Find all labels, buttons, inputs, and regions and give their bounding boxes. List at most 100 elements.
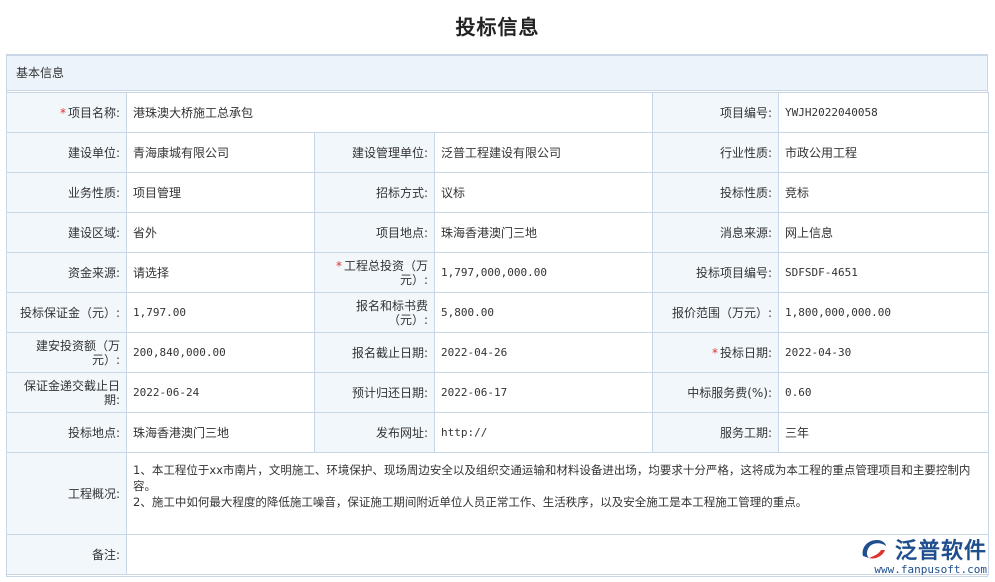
overview-label: 工程概况: (6, 452, 127, 535)
overview-line-1: 1、本工程位于xx市南片，文明施工、环境保护、现场周边安全以及组织交通运输和材料… (133, 463, 971, 493)
field-value[interactable]: 三年 (778, 412, 990, 453)
field-label-text: 建安投资额（万元）: (35, 338, 120, 367)
field-label-text: 投标项目编号: (695, 265, 773, 280)
field-label: * 项目名称: (6, 92, 127, 133)
field-label: 服务工期: (652, 412, 780, 453)
field-value[interactable]: 2022-06-17 (433, 372, 654, 413)
field-value[interactable]: 网上信息 (778, 212, 990, 253)
brand-name: 泛普软件 (894, 539, 987, 564)
form-row: 保证金递交截止日期: 2022-06-24 预计归还日期: 2022-06-17 中标服… (6, 372, 990, 413)
field-label-text: 服务工期: (719, 425, 773, 440)
field-value[interactable]: 珠海香港澳门三地 (126, 412, 315, 453)
overview-text[interactable]: 1、本工程位于xx市南片，文明施工、环境保护、现场周边安全以及组织交通运输和材料… (125, 452, 990, 535)
remark-row: 备注: (6, 534, 990, 575)
field-label: 建设管理单位: (314, 132, 435, 173)
field-value[interactable]: 泛普工程建设有限公司 (433, 132, 654, 173)
field-label-text: 保证金递交截止日期: (23, 378, 120, 407)
field-value[interactable]: 港珠澳大桥施工总承包 (125, 92, 654, 133)
field-label: 投标性质: (652, 172, 780, 213)
field-label-text: 中标服务费(%): (687, 385, 773, 400)
brand-watermark: 泛普软件 www.fanpusoft.com (859, 533, 987, 576)
field-label-text: 行业性质: (719, 145, 773, 160)
field-value[interactable]: SDFSDF-4651 (778, 252, 990, 293)
field-label: 建安投资额（万元）: (6, 332, 127, 373)
field-label: 招标方式: (314, 172, 435, 213)
field-label: 资金来源: (6, 252, 127, 293)
field-label-text: 投标保证金（元）: (19, 305, 120, 320)
required-marker: * (335, 258, 342, 273)
field-label: 业务性质: (6, 172, 127, 213)
section-header: 基本信息 (6, 55, 988, 91)
field-value[interactable]: 0.60 (778, 372, 990, 413)
field-label: 投标地点: (6, 412, 127, 453)
form-row: 业务性质: 项目管理 招标方式: 议标 投标性质: 竞标 (6, 172, 990, 213)
field-label: 投标项目编号: (652, 252, 780, 293)
field-value[interactable]: 2022-04-26 (433, 332, 654, 373)
field-label: 建设单位: (6, 132, 127, 173)
field-label: 消息来源: (652, 212, 780, 253)
overview-row: 工程概况: 1、本工程位于xx市南片，文明施工、环境保护、现场周边安全以及组织交通… (6, 452, 990, 535)
field-value[interactable]: 市政公用工程 (778, 132, 990, 173)
page-title: 投标信息 (455, 15, 540, 39)
field-label-text: 项目名称: (67, 105, 120, 120)
field-value[interactable]: 200,840,000.00 (126, 332, 315, 373)
field-label-text: 预计归还日期: (351, 385, 428, 400)
field-label-text: 资金来源: (67, 265, 120, 280)
field-value[interactable]: 5,800.00 (433, 292, 654, 333)
field-label: * 投标日期: (652, 332, 780, 373)
field-value[interactable]: 1,797,000,000.00 (433, 252, 654, 293)
field-value[interactable]: YWJH2022040058 (778, 92, 990, 133)
field-value[interactable]: 议标 (433, 172, 654, 213)
form-row: * 项目名称: 港珠澳大桥施工总承包 项目编号: YWJH2022040058 (6, 92, 990, 133)
field-label: 建设区域: (6, 212, 127, 253)
form-row: 投标保证金（元）: 1,797.00 报名和标书费（元）: 5,800.00 报价范围（… (6, 292, 990, 333)
field-label: 项目编号: (652, 92, 780, 133)
field-label-text: 投标地点: (67, 425, 120, 440)
field-label: 中标服务费(%): (652, 372, 780, 413)
field-label: 报名截止日期: (314, 332, 435, 373)
field-label-text: 建设区域: (67, 225, 120, 240)
field-label-text: 项目地点: (375, 225, 428, 240)
field-label: 投标保证金（元）: (6, 292, 127, 333)
remark-label: 备注: (6, 534, 127, 575)
form-row: 建设区域: 省外 项目地点: 珠海香港澳门三地 消息来源: 网上信息 (6, 212, 990, 253)
field-value[interactable]: 1,797.00 (126, 292, 315, 333)
field-value[interactable]: 青海康城有限公司 (126, 132, 315, 173)
overview-line-2: 2、施工中如何最大程度的降低施工噪音，保证施工期间附近单位人员正常工作、生活秩序… (133, 495, 808, 509)
form-row: 建设单位: 青海康城有限公司 建设管理单位: 泛普工程建设有限公司 行业性质: 市政公用工… (6, 132, 990, 173)
field-label-text: 业务性质: (67, 185, 120, 200)
field-value[interactable]: 省外 (126, 212, 315, 253)
field-label-text: 报价范围（万元）: (671, 305, 773, 320)
field-label: 预计归还日期: (314, 372, 435, 413)
field-label-text: 投标性质: (719, 185, 773, 200)
form-row: 建安投资额（万元）: 200,840,000.00 报名截止日期: 2022-04-2… (6, 332, 990, 373)
field-value[interactable]: 2022-04-30 (778, 332, 990, 373)
field-value[interactable]: 珠海香港澳门三地 (433, 212, 654, 253)
field-label-text: 工程总投资（万元）: (343, 258, 428, 287)
field-label-text: 项目编号: (719, 105, 773, 120)
brand-url: www.fanpusoft.com (874, 563, 987, 576)
brand-logo-icon (862, 540, 886, 559)
field-value[interactable]: 2022-06-24 (126, 372, 315, 413)
field-label-text: 报名和标书费（元）: (355, 298, 428, 327)
field-label-text: 招标方式: (375, 185, 428, 200)
field-label-text: 投标日期: (719, 345, 773, 360)
field-value[interactable]: 竞标 (778, 172, 990, 213)
field-label-text: 建设单位: (67, 145, 120, 160)
field-label: 项目地点: (314, 212, 435, 253)
field-value[interactable]: http:// (433, 412, 654, 453)
field-label-text: 消息来源: (719, 225, 773, 240)
field-label-text: 发布网址: (375, 425, 428, 440)
field-label: 报名和标书费（元）: (314, 292, 435, 333)
form-row: 资金来源: 请选择 * 工程总投资（万元）: 1,797,000,000.00 投标项目编… (6, 252, 990, 293)
field-value[interactable]: 请选择 (126, 252, 315, 293)
bid-info-form: * 项目名称: 港珠澳大桥施工总承包 项目编号: YWJH2022040058 建设单位:… (6, 92, 990, 575)
field-label: 报价范围（万元）: (652, 292, 780, 333)
field-value[interactable]: 项目管理 (126, 172, 315, 213)
field-label: 发布网址: (314, 412, 435, 453)
required-marker: * (711, 345, 718, 360)
form-row: 投标地点: 珠海香港澳门三地 发布网址: http:// 服务工期: 三年 (6, 412, 990, 453)
required-marker: * (59, 105, 66, 120)
field-value[interactable]: 1,800,000,000.00 (778, 292, 990, 333)
field-label: 保证金递交截止日期: (6, 372, 127, 413)
